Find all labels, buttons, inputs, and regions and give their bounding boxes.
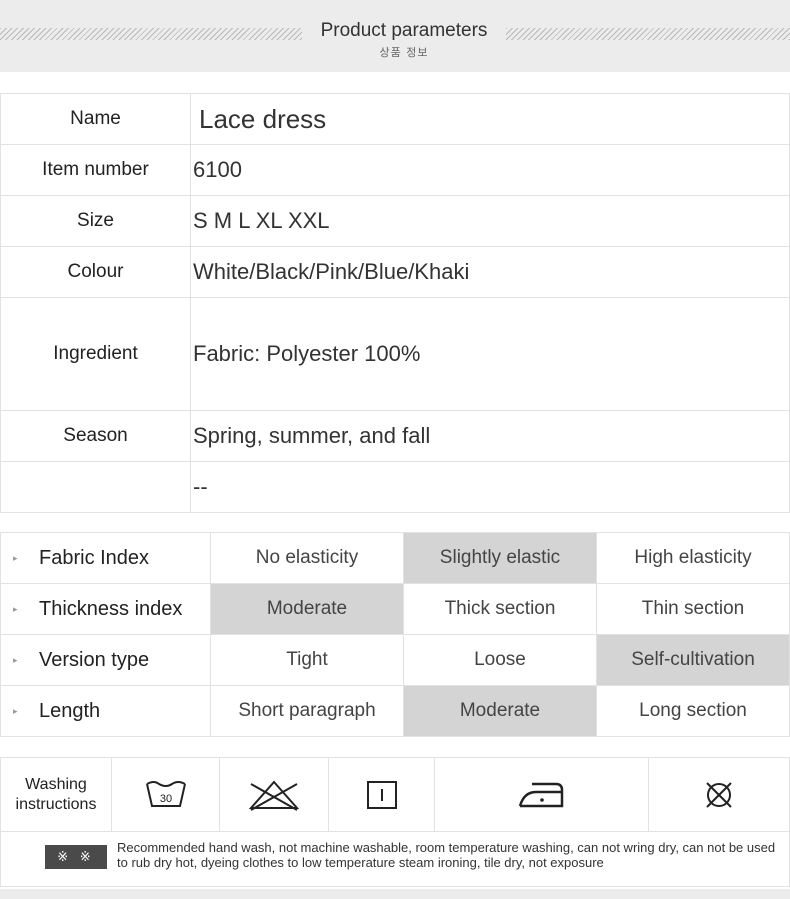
care-cell-bleach: [220, 758, 329, 832]
triangle-bullet-icon: ▸: [13, 603, 18, 614]
index-label: ▸ Version type: [0, 634, 211, 686]
wash-30-icon: 30: [145, 781, 186, 807]
param-value: 6100: [190, 144, 790, 196]
index-option: Loose: [403, 634, 597, 686]
param-label: Ingredient: [0, 297, 191, 411]
param-value: Lace dress: [190, 93, 790, 145]
header-hatch-left: [0, 28, 302, 40]
index-option: Moderate: [210, 583, 404, 635]
wash-temp-text: 30: [159, 793, 171, 805]
index-row-thickness: ▸ Thickness index Moderate Thick section …: [0, 583, 790, 635]
parameters-table: Name Lace dress Item number 6100 Size S …: [0, 93, 790, 513]
care-cell-wash: 30: [112, 758, 220, 832]
param-label: Season: [0, 410, 191, 462]
index-label: ▸ Thickness index: [0, 583, 211, 635]
param-value: Fabric: Polyester 100%: [190, 297, 790, 411]
index-option: Thick section: [403, 583, 597, 635]
care-note-badge: ※ ※: [45, 845, 107, 869]
param-row-colour: Colour White/Black/Pink/Blue/Khaki: [0, 246, 790, 298]
index-option: Long section: [596, 685, 790, 737]
care-icons-row: Washing instructions 30: [1, 758, 789, 832]
triangle-bullet-icon: ▸: [13, 654, 18, 665]
index-table: ▸ Fabric Index No elasticity Slightly ela…: [0, 532, 790, 737]
washing-label-line2: instructions: [15, 796, 97, 813]
index-row-length: ▸ Length Short paragraph Moderate Long se…: [0, 685, 790, 737]
care-cell-dryclean: [649, 758, 789, 832]
index-label-text: Version type: [39, 648, 150, 671]
param-label: Item number: [0, 144, 191, 196]
index-label-text: Fabric Index: [39, 546, 150, 569]
param-row-name: Name Lace dress: [0, 93, 790, 145]
index-option: Tight: [210, 634, 404, 686]
param-row-ingredient: Ingredient Fabric: Polyester 100%: [0, 297, 790, 411]
index-row-fabric: ▸ Fabric Index No elasticity Slightly ela…: [0, 532, 790, 584]
param-value: S M L XL XXL: [190, 195, 790, 247]
care-cell-iron: [435, 758, 649, 832]
index-option: No elasticity: [210, 532, 404, 584]
index-row-version: ▸ Version type Tight Loose Self-cultivati…: [0, 634, 790, 686]
index-option: Moderate: [403, 685, 597, 737]
washing-label-line1: Washing: [25, 776, 87, 793]
tumble-dry-line-icon: [366, 781, 397, 809]
param-row-extra: --: [0, 461, 790, 513]
triangle-bullet-icon: ▸: [13, 705, 18, 716]
index-option: Self-cultivation: [596, 634, 790, 686]
index-option: Slightly elastic: [403, 532, 597, 584]
param-row-item-number: Item number 6100: [0, 144, 790, 196]
index-label: ▸ Length: [0, 685, 211, 737]
param-value: Spring, summer, and fall: [190, 410, 790, 462]
page-subtitle: 상품 정보: [379, 46, 429, 59]
param-label: Size: [0, 195, 191, 247]
param-value: --: [190, 461, 790, 513]
param-label: Colour: [0, 246, 191, 298]
header-bar: Product parameters 상품 정보: [0, 0, 790, 72]
index-label-text: Thickness index: [39, 597, 183, 620]
param-row-size: Size S M L XL XXL: [0, 195, 790, 247]
bottom-strip: [0, 889, 790, 899]
care-note-row: ※ ※ Recommended hand wash, not machine w…: [1, 832, 789, 886]
care-instructions: Washing instructions 30 ※ ※ Recommended …: [0, 757, 790, 887]
care-cell-dry: [329, 758, 435, 832]
param-label: [0, 461, 191, 513]
care-label-cell: Washing instructions: [1, 758, 112, 832]
triangle-bullet-icon: ▸: [13, 552, 18, 563]
index-option: Thin section: [596, 583, 790, 635]
page-title: Product parameters: [320, 20, 488, 41]
param-row-season: Season Spring, summer, and fall: [0, 410, 790, 462]
index-option: High elasticity: [596, 532, 790, 584]
do-not-bleach-icon: [248, 780, 300, 811]
washing-instructions-label: Washing instructions: [16, 775, 97, 815]
care-note-text: Recommended hand wash, not machine washa…: [117, 840, 776, 870]
param-label: Name: [0, 93, 191, 145]
param-value: White/Black/Pink/Blue/Khaki: [190, 246, 790, 298]
header-hatch-right: [506, 28, 790, 40]
index-label-text: Length: [39, 699, 101, 722]
iron-low-icon: [518, 782, 563, 808]
index-option: Short paragraph: [210, 685, 404, 737]
do-not-dryclean-icon: [706, 782, 732, 808]
index-label: ▸ Fabric Index: [0, 532, 211, 584]
